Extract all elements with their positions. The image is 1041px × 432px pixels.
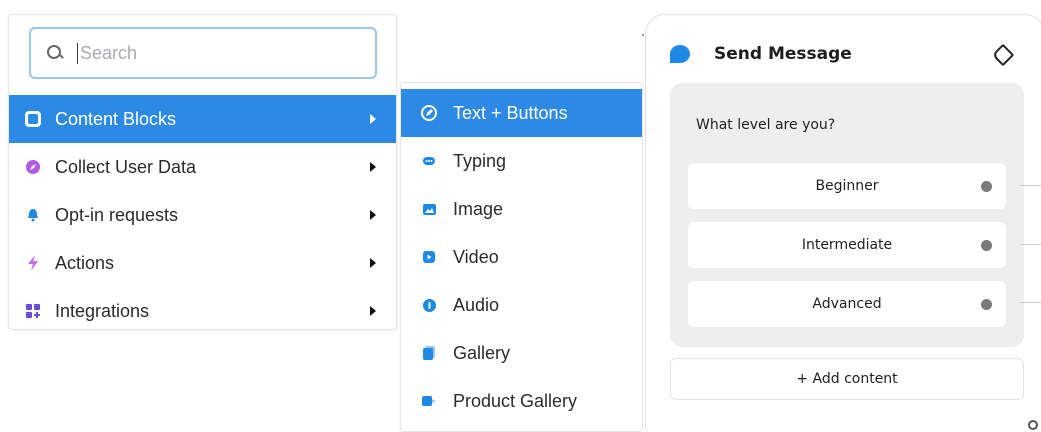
separator-dot bbox=[642, 34, 644, 36]
connector-line bbox=[1020, 244, 1041, 245]
image-icon bbox=[419, 199, 439, 219]
quick-reply-button[interactable]: Advanced bbox=[688, 281, 1006, 327]
send-message-card[interactable]: Send Message What level are you? Beginne… bbox=[645, 14, 1041, 432]
search-box[interactable] bbox=[29, 27, 377, 79]
submenu-item-audio[interactable]: Audio bbox=[401, 281, 642, 329]
caret-right-icon bbox=[370, 114, 376, 124]
menu-item-label: Integrations bbox=[55, 300, 150, 321]
text-buttons-icon bbox=[419, 103, 439, 123]
submenu-item-typing[interactable]: Typing bbox=[401, 137, 642, 185]
product-gallery-icon bbox=[419, 391, 439, 411]
grid-plus-icon bbox=[23, 301, 43, 321]
menu-item-label: Content Blocks bbox=[55, 108, 177, 129]
submenu-item-product-gallery[interactable]: Product Gallery bbox=[401, 377, 642, 425]
button-label: Advanced bbox=[812, 296, 882, 312]
menu-item-actions[interactable]: Actions bbox=[9, 239, 396, 287]
submenu-item-label: Text + Buttons bbox=[453, 102, 568, 123]
message-bubble-icon bbox=[670, 45, 690, 63]
submenu-item-video[interactable]: Video bbox=[401, 233, 642, 281]
submenu-item-image[interactable]: Image bbox=[401, 185, 642, 233]
button-label: Intermediate bbox=[801, 237, 893, 253]
compass-icon bbox=[23, 157, 43, 177]
audio-icon bbox=[419, 295, 439, 315]
add-content-button[interactable]: + Add content bbox=[670, 358, 1024, 400]
message-text[interactable]: What level are you? bbox=[696, 117, 835, 133]
caret-right-icon bbox=[370, 210, 376, 220]
card-header: Send Message bbox=[670, 39, 1020, 69]
search-input[interactable] bbox=[77, 42, 337, 64]
submenu-item-label: Video bbox=[453, 246, 499, 267]
menu-item-collect-user-data[interactable]: Collect User Data bbox=[9, 143, 396, 191]
text-buttons-block[interactable]: What level are you? Beginner Intermediat… bbox=[670, 83, 1024, 347]
submenu-item-label: Typing bbox=[453, 150, 507, 171]
content-blocks-submenu: Text + Buttons Typing Image Video Audio … bbox=[400, 82, 643, 432]
lightning-icon bbox=[23, 253, 43, 273]
quick-reply-button[interactable]: Intermediate bbox=[688, 222, 1006, 268]
connector-line bbox=[1020, 185, 1041, 186]
caret-right-icon bbox=[370, 162, 376, 172]
typing-icon bbox=[419, 151, 439, 171]
connector-dot[interactable] bbox=[981, 181, 992, 192]
menu-item-integrations[interactable]: Integrations bbox=[9, 287, 396, 335]
connector-dot[interactable] bbox=[981, 299, 992, 310]
quick-reply-button[interactable]: Beginner bbox=[688, 163, 1006, 209]
content-blocks-icon bbox=[23, 109, 43, 129]
submenu-item-gallery[interactable]: Gallery bbox=[401, 329, 642, 377]
add-block-menu: Content Blocks Collect User Data Opt-in … bbox=[8, 14, 397, 330]
submenu-item-label: Audio bbox=[453, 294, 500, 315]
menu-item-label: Actions bbox=[55, 252, 115, 273]
menu-item-content-blocks[interactable]: Content Blocks bbox=[9, 95, 396, 143]
search-icon bbox=[45, 43, 65, 63]
caret-right-icon bbox=[370, 306, 376, 316]
card-title: Send Message bbox=[714, 44, 852, 64]
menu-item-opt-in-requests[interactable]: Opt-in requests bbox=[9, 191, 396, 239]
button-label: Beginner bbox=[815, 178, 879, 194]
submenu-item-label: Product Gallery bbox=[453, 390, 578, 411]
ring-icon bbox=[1028, 420, 1038, 430]
submenu-item-label: Gallery bbox=[453, 342, 511, 363]
connector-line bbox=[1020, 302, 1041, 303]
tag-icon[interactable] bbox=[992, 44, 1012, 64]
caret-right-icon bbox=[370, 258, 376, 268]
gallery-icon bbox=[419, 343, 439, 363]
submenu-item-text-buttons[interactable]: Text + Buttons bbox=[401, 89, 642, 137]
submenu-item-label: Image bbox=[453, 198, 504, 219]
connector-dot[interactable] bbox=[981, 240, 992, 251]
menu-item-label: Opt-in requests bbox=[55, 204, 179, 225]
bell-icon bbox=[23, 205, 43, 225]
menu-item-label: Collect User Data bbox=[55, 156, 197, 177]
video-icon bbox=[419, 247, 439, 267]
